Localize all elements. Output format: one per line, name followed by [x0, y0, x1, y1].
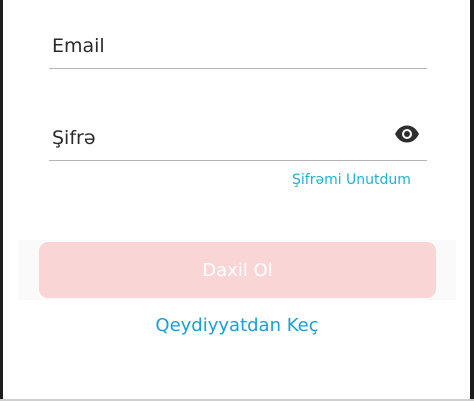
email-input[interactable] — [49, 24, 382, 68]
password-field — [49, 116, 427, 161]
window-edge-right — [470, 0, 474, 401]
forgot-password-link[interactable]: Şifrəmi Unutdum — [292, 172, 411, 188]
password-input[interactable] — [49, 116, 382, 160]
login-screen: Şifrəmi Unutdum Daxil Ol Qeydiyyatdan Ke… — [0, 0, 474, 401]
email-field — [49, 24, 427, 69]
eye-icon[interactable] — [394, 125, 420, 143]
window-edge-left — [0, 0, 3, 401]
login-button[interactable]: Daxil Ol — [39, 242, 436, 298]
register-link[interactable]: Qeydiyyatdan Keç — [0, 315, 474, 336]
